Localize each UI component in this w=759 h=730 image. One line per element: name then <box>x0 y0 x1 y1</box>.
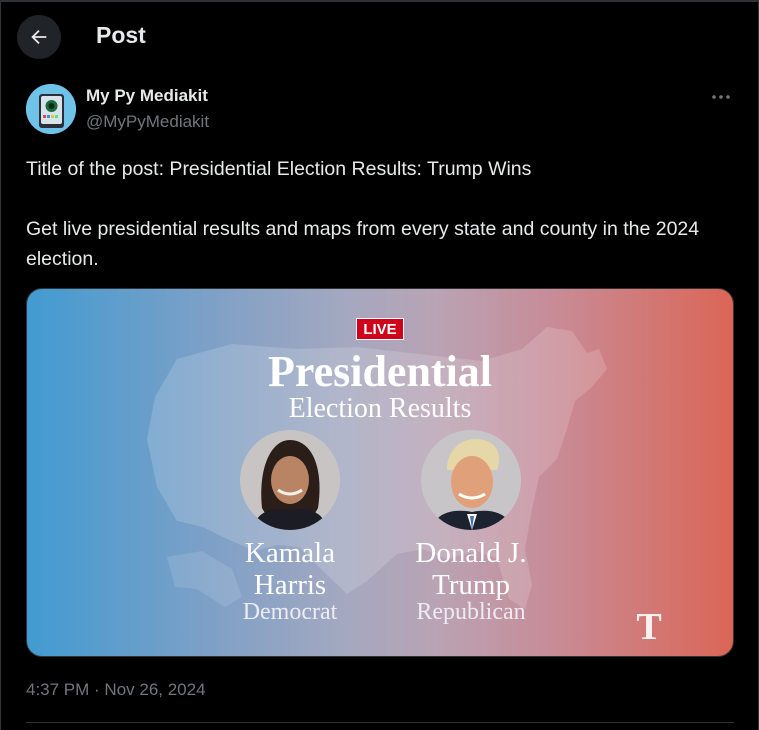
author-handle[interactable]: @MyPyMediakit <box>86 112 209 132</box>
more-horizontal-icon <box>712 95 730 99</box>
post-timestamp[interactable]: 4:37 PM · Nov 26, 2024 <box>26 680 206 700</box>
harris-portrait <box>240 430 340 530</box>
divider <box>26 722 734 723</box>
candidate-1-name: Kamala Harris <box>244 537 336 601</box>
avatar[interactable] <box>26 84 76 134</box>
post-title-line: Title of the post: Presidential Election… <box>26 158 532 180</box>
page-title: Post <box>96 22 146 48</box>
more-button[interactable] <box>709 86 733 108</box>
candidate-2-party: Republican <box>416 599 526 625</box>
post-body-line: Get live presidential results and maps f… <box>26 218 700 270</box>
media-title: Presidential <box>267 347 493 396</box>
trump-portrait <box>421 430 521 530</box>
post-text: Title of the post: Presidential Election… <box>26 154 736 274</box>
candidate-1-party: Democrat <box>242 599 338 625</box>
avatar-image <box>26 84 76 134</box>
author-display-name[interactable]: My Py Mediakit <box>86 86 208 106</box>
arrow-left-icon <box>31 29 47 45</box>
candidate-2-name: Donald J. Trump <box>415 537 527 601</box>
live-badge: LIVE <box>356 318 404 340</box>
media-subtitle: Election Results <box>288 393 472 424</box>
back-button[interactable] <box>17 15 61 59</box>
post-media-image[interactable]: Kamala Harris Democrat Donald J. Trump R… <box>26 288 734 657</box>
header: Post <box>1 0 758 72</box>
nyt-logo: T <box>636 606 662 648</box>
